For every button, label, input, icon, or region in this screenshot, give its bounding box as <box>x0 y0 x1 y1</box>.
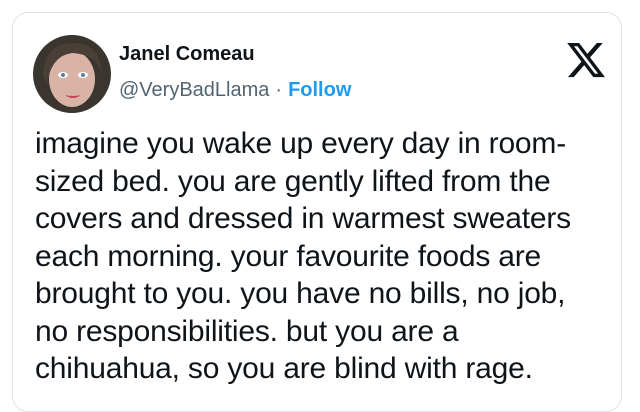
tweet-line: covers and dressed in warmest sweaters <box>35 202 571 235</box>
tweet-line: no responsibilities. but you are a <box>35 314 459 348</box>
follow-button[interactable]: Follow <box>288 79 351 101</box>
x-logo-icon[interactable] <box>565 39 607 81</box>
tweet-text: imagine you wake up every day in room- s… <box>35 125 615 388</box>
author-meta: @VeryBadLlama · Follow <box>119 79 351 102</box>
author-handle[interactable]: @VeryBadLlama <box>119 79 269 101</box>
tweet-line: imagine you wake up every day in room- <box>35 127 566 160</box>
tweet-line: brought to you. you have no bills, no jo… <box>35 277 566 310</box>
tweet-line: each morning. your favourite foods are <box>35 239 542 273</box>
author-name[interactable]: Janel Comeau <box>119 43 255 66</box>
avatar[interactable] <box>33 35 111 113</box>
tweet-card: Janel Comeau @VeryBadLlama · Follow imagin… <box>12 12 622 412</box>
separator-dot: · <box>275 79 283 101</box>
tweet-line: chihuahua, so you are blind with rage. <box>35 352 533 385</box>
tweet-line: sized bed. you are gently lifted from th… <box>35 164 551 198</box>
avatar-image <box>33 35 111 113</box>
